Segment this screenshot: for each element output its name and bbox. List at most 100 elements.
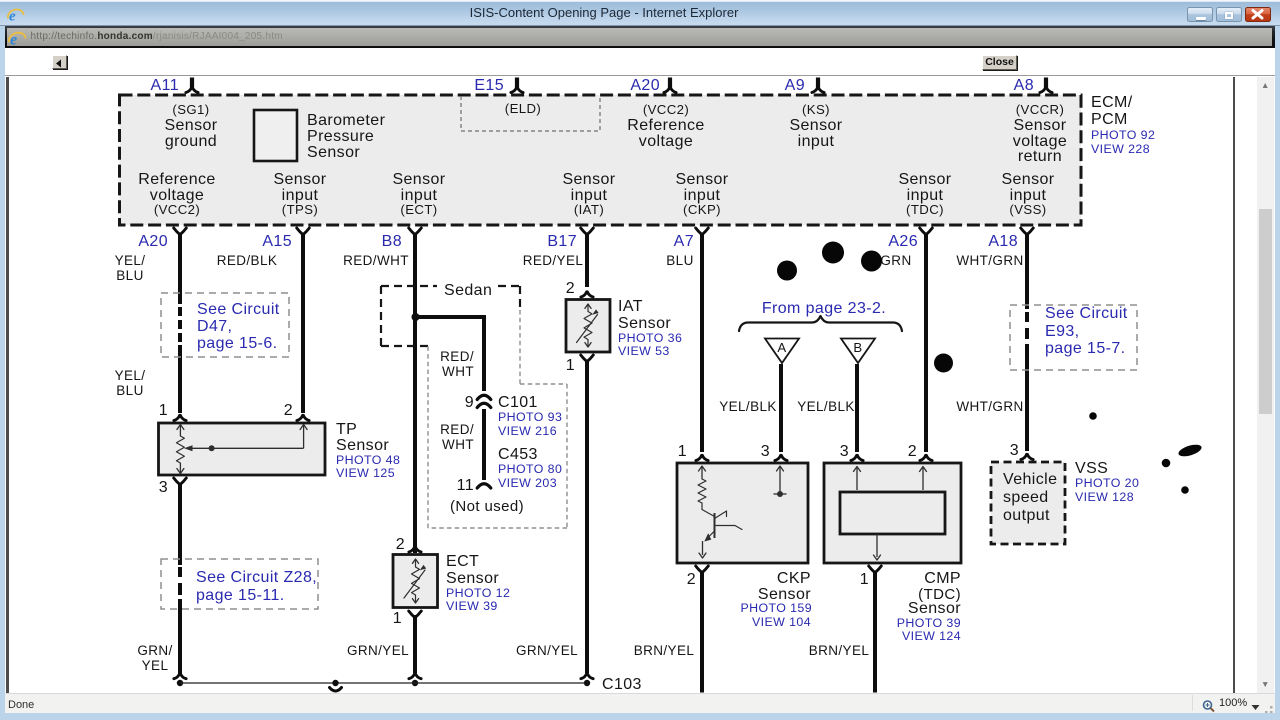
svg-text:Sensor: Sensor — [789, 117, 842, 134]
svg-text:ECT: ECT — [446, 553, 479, 570]
svg-text:VSS: VSS — [1075, 460, 1108, 477]
svg-text:PHOTO 36: PHOTO 36 — [618, 331, 682, 345]
svg-text:WHT: WHT — [442, 364, 474, 379]
svg-text:CKP: CKP — [777, 570, 811, 587]
svg-text:Sensor: Sensor — [898, 171, 951, 188]
svg-text:(VSS): (VSS) — [1009, 202, 1046, 217]
svg-text:3: 3 — [840, 443, 849, 460]
svg-text:VIEW 128: VIEW 128 — [1075, 490, 1134, 504]
svg-text:PHOTO 12: PHOTO 12 — [446, 586, 510, 600]
svg-text:Sensor: Sensor — [1001, 171, 1054, 188]
svg-text:2: 2 — [566, 280, 575, 297]
svg-text:YEL/BLK: YEL/BLK — [719, 399, 777, 414]
svg-text:A20: A20 — [138, 233, 168, 250]
svg-text:Pressure: Pressure — [307, 128, 374, 145]
svg-text:GRN/YEL: GRN/YEL — [516, 643, 578, 658]
svg-text:VIEW 228: VIEW 228 — [1091, 142, 1150, 156]
svg-text:(Not used): (Not used) — [450, 498, 524, 515]
svg-text:2: 2 — [687, 571, 696, 588]
svg-text:RED/: RED/ — [440, 349, 474, 364]
svg-text:A26: A26 — [888, 233, 918, 250]
svg-text:WHT/GRN: WHT/GRN — [956, 399, 1023, 414]
svg-text:PCM: PCM — [1091, 111, 1128, 128]
svg-text:PHOTO 48: PHOTO 48 — [336, 453, 400, 467]
svg-text:(KS): (KS) — [802, 102, 830, 117]
svg-text:A15: A15 — [262, 233, 292, 250]
svg-text:3: 3 — [1010, 442, 1019, 459]
svg-text:BRN/YEL: BRN/YEL — [809, 643, 870, 658]
svg-text:PHOTO 39: PHOTO 39 — [897, 616, 961, 630]
svg-text:1: 1 — [860, 571, 869, 588]
svg-text:9: 9 — [465, 394, 474, 411]
svg-text:Sensor: Sensor — [562, 171, 615, 188]
svg-text:VIEW 203: VIEW 203 — [498, 476, 557, 490]
svg-text:input: input — [798, 133, 835, 150]
svg-text:BLU: BLU — [116, 383, 143, 398]
svg-text:ground: ground — [165, 133, 217, 150]
svg-text:Vehicle: Vehicle — [1003, 471, 1057, 488]
svg-text:Sedan: Sedan — [444, 282, 492, 299]
svg-text:return: return — [1018, 148, 1062, 165]
svg-text:BRN/YEL: BRN/YEL — [634, 643, 695, 658]
svg-text:2: 2 — [284, 402, 293, 419]
svg-text:VIEW 104: VIEW 104 — [752, 615, 811, 629]
svg-text:Sensor: Sensor — [336, 437, 389, 454]
svg-text:GRN/: GRN/ — [137, 643, 172, 658]
svg-text:Sensor: Sensor — [273, 171, 326, 188]
svg-text:1: 1 — [566, 357, 575, 374]
svg-text:RED/YEL: RED/YEL — [523, 253, 584, 268]
svg-text:D47,: D47, — [197, 318, 232, 335]
svg-text:(ELD): (ELD) — [505, 101, 541, 116]
svg-text:CMP: CMP — [924, 570, 961, 587]
svg-text:A: A — [777, 340, 786, 355]
svg-text:1: 1 — [678, 443, 687, 460]
svg-text:PHOTO 80: PHOTO 80 — [498, 462, 562, 476]
svg-text:(CKP): (CKP) — [683, 202, 721, 217]
svg-text:1: 1 — [159, 402, 168, 419]
svg-text:3: 3 — [761, 443, 770, 460]
svg-text:GRN: GRN — [880, 253, 911, 268]
svg-text:speed: speed — [1003, 489, 1049, 506]
svg-text:(VCCR): (VCCR) — [1016, 102, 1065, 117]
svg-text:Sensor: Sensor — [392, 171, 445, 188]
svg-text:E15: E15 — [474, 77, 504, 94]
svg-text:1: 1 — [393, 610, 402, 627]
svg-text:TP: TP — [336, 421, 357, 438]
svg-text:3: 3 — [159, 479, 168, 496]
svg-text:Sensor: Sensor — [164, 117, 217, 134]
svg-text:ECM/: ECM/ — [1091, 94, 1133, 111]
svg-text:A18: A18 — [988, 233, 1018, 250]
svg-text:VIEW 216: VIEW 216 — [498, 424, 557, 438]
svg-text:PHOTO 93: PHOTO 93 — [498, 410, 562, 424]
svg-text:YEL/: YEL/ — [115, 253, 146, 268]
svg-text:A9: A9 — [785, 77, 805, 94]
svg-text:VIEW 125: VIEW 125 — [336, 466, 395, 480]
svg-text:output: output — [1003, 507, 1050, 524]
svg-text:A20: A20 — [630, 77, 660, 94]
svg-text:A8: A8 — [1014, 77, 1034, 94]
svg-text:RED/BLK: RED/BLK — [217, 253, 278, 268]
svg-text:C101: C101 — [498, 394, 538, 411]
svg-text:VIEW 53: VIEW 53 — [618, 344, 670, 358]
svg-text:See Circuit Z28,: See Circuit Z28, — [196, 569, 317, 586]
svg-text:A7: A7 — [674, 233, 694, 250]
svg-text:Sensor: Sensor — [307, 144, 360, 161]
svg-text:PHOTO 20: PHOTO 20 — [1075, 476, 1139, 490]
svg-text:YEL/BLK: YEL/BLK — [797, 399, 855, 414]
svg-text:VIEW 124: VIEW 124 — [902, 629, 961, 643]
svg-text:Reference: Reference — [627, 117, 704, 134]
svg-text:VIEW 39: VIEW 39 — [446, 599, 498, 613]
svg-text:IAT: IAT — [618, 298, 643, 315]
svg-text:PHOTO 92: PHOTO 92 — [1091, 128, 1155, 142]
svg-text:2: 2 — [908, 443, 917, 460]
svg-text:Sensor: Sensor — [908, 600, 961, 617]
svg-text:(ECT): (ECT) — [400, 202, 437, 217]
svg-text:WHT: WHT — [442, 437, 474, 452]
svg-text:E93,: E93, — [1045, 323, 1080, 340]
svg-text:Reference: Reference — [138, 171, 215, 188]
svg-text:page 15-6.: page 15-6. — [197, 335, 278, 352]
svg-text:B17: B17 — [547, 233, 577, 250]
svg-text:Sensor: Sensor — [446, 570, 499, 587]
svg-text:See Circuit: See Circuit — [1045, 305, 1128, 322]
svg-text:A11: A11 — [151, 77, 179, 94]
